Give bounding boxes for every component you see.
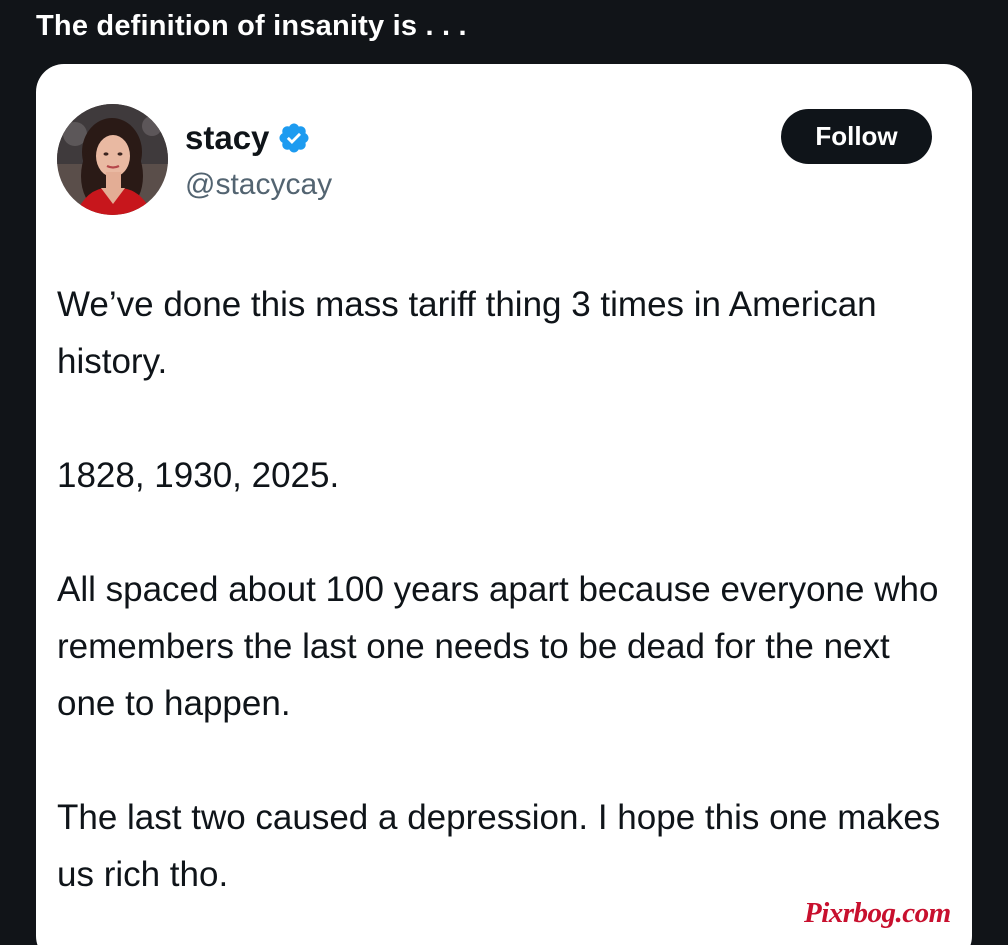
- post-title: The definition of insanity is . . .: [36, 10, 467, 42]
- verified-check-icon: [279, 123, 309, 153]
- tweet-text: We’ve done this mass tariff thing 3 time…: [57, 276, 957, 903]
- tweet-paragraph: All spaced about 100 years apart because…: [57, 570, 939, 723]
- tweet-paragraph: 1828, 1930, 2025.: [57, 456, 340, 495]
- user-handle[interactable]: @stacycay: [185, 165, 332, 205]
- avatar[interactable]: [57, 104, 168, 215]
- display-name-row[interactable]: stacy: [185, 118, 311, 158]
- tweet-card[interactable]: stacy @stacycay Follow We’ve done this m…: [36, 64, 972, 945]
- tweet-paragraph: We’ve done this mass tariff thing 3 time…: [57, 285, 877, 381]
- tweet-paragraph: The last two caused a depression. I hope…: [57, 798, 941, 894]
- page: The definition of insanity is . . . stac…: [0, 0, 1008, 945]
- watermark: Pixrbog.com: [804, 897, 951, 929]
- follow-button[interactable]: Follow: [781, 109, 932, 164]
- avatar-image: [57, 104, 168, 215]
- display-name[interactable]: stacy: [185, 118, 269, 158]
